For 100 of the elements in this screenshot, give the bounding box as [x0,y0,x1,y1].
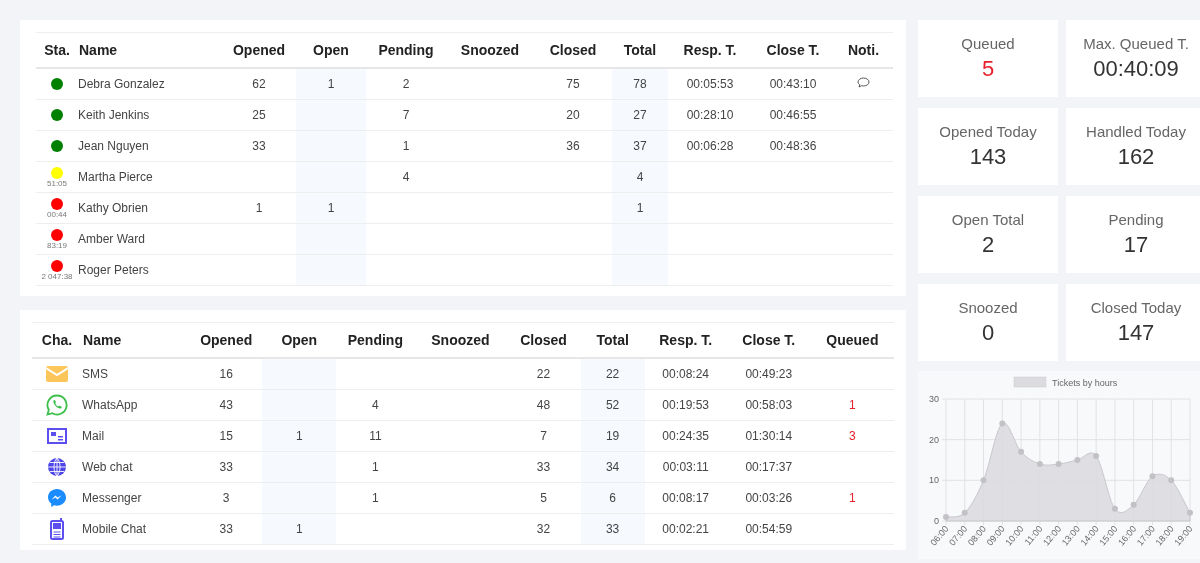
table-cell: 37 [633,139,647,153]
agent-name: Keith Jenkins [78,108,150,122]
table-cell: 75 [566,77,580,91]
table-cell: 20 [566,108,580,122]
data-point [999,420,1006,427]
phone-bubble-icon [46,394,68,416]
column-header: Pending [366,32,446,68]
table-cell: 01:30:14 [745,429,793,443]
data-point [1149,473,1156,480]
table-cell: 1 [295,522,303,536]
table-cell: 33 [252,139,266,153]
stat-value: 5 [981,56,995,82]
data-point [1055,461,1062,468]
column-header: Close T. [752,32,834,68]
status-timer: 2 047:38 [41,272,73,281]
status-timer: 51:05 [47,179,67,188]
table-cell: 2 [402,77,410,91]
mobile-phone-icon [50,518,64,540]
column-header: Resp. T. [668,32,752,68]
stat-label: Pending [1108,211,1164,228]
table-cell: 1 [295,429,303,443]
table-cell: 6 [609,491,616,505]
agent-name: Roger Peters [78,263,149,277]
table-cell: 33 [605,522,620,536]
table-cell: 4 [372,398,379,412]
table-cell: 19 [605,429,620,443]
table-cell: 22 [605,367,620,381]
channel-name: Web chat [82,460,133,474]
stat-label: Opened Today [939,123,1037,140]
table-cell: 52 [605,398,620,412]
stat-value: 2 [981,232,995,258]
column-header: Resp. T. [644,322,727,358]
data-point [1130,501,1137,508]
table-cell: 1 [372,491,379,505]
data-point [961,509,968,516]
data-point [1111,505,1118,512]
agent-name: Kathy Obrien [78,201,149,215]
table-cell: 48 [536,398,551,412]
table-cell: 00:19:53 [662,398,710,412]
column-header: Queued [810,322,894,358]
table-cell: 22 [536,367,551,381]
stat-value: 17 [1123,232,1149,258]
table-cell: 1 [636,201,644,215]
table-cell: 00:28:10 [686,108,734,122]
table-cell: 16 [219,367,233,381]
table-cell: 33 [536,460,551,474]
table-cell: 33 [219,522,233,536]
column-header: Noti. [834,32,893,68]
channel-name: Mobile Chat [82,522,147,536]
table-cell: 15 [219,429,233,443]
stat-label: Snoozed [958,299,1018,316]
envelope-icon [46,366,68,382]
y-tick-label: 20 [929,434,939,445]
table-cell: 00:03:26 [745,491,793,505]
table-cell: 1 [372,460,379,474]
table-cell: 00:49:23 [745,367,793,381]
data-point [1187,509,1193,516]
column-header: Name [82,322,191,358]
channel-name: Mail [82,429,105,443]
table-cell: 00:58:03 [745,398,793,412]
table-cell: 7 [540,429,547,443]
column-header: Snoozed [414,322,507,358]
channel-name: WhatsApp [82,398,138,412]
column-header: Closed [506,322,581,358]
table-cell: 00:08:24 [662,367,710,381]
table-cell: 3 [849,429,856,443]
stat-label: Closed Today [1090,299,1182,316]
data-point [980,477,987,484]
table-cell: 32 [536,522,551,536]
card-icon [47,428,67,444]
table-cell: 00:02:21 [662,522,710,536]
table-cell: 00:06:28 [686,139,734,153]
agent-name: Jean Nguyen [78,139,149,153]
column-header: Closed [534,32,612,68]
data-point [1074,457,1081,463]
legend-swatch [1013,376,1047,388]
column-header: Name [78,32,222,68]
status-timer: 00:44 [47,210,67,219]
table-cell: 78 [633,77,647,91]
channel-name: SMS [82,367,109,381]
table-cell: 11 [369,429,382,443]
column-header: Pending [336,322,415,358]
table-cell: 62 [252,77,266,91]
channel-name: Messenger [82,491,142,505]
table-cell: 4 [636,170,644,184]
stat-value: 00:40:09 [1093,56,1179,82]
globe-icon [47,457,67,477]
table-cell: 33 [219,460,233,474]
table-cell: 4 [402,170,410,184]
column-header: Cha. [32,322,83,358]
legend-label: Tickets by hours [1052,378,1118,388]
table-cell: 36 [566,139,580,153]
table-cell: 1 [849,491,856,505]
table-cell: 00:24:35 [662,429,710,443]
stat-label: Handled Today [1086,123,1186,140]
column-header: Snoozed [446,32,534,68]
agent-name: Martha Pierce [78,170,153,184]
table-cell: 5 [540,491,547,505]
table-cell: 00:08:17 [662,491,710,505]
stat-value: 147 [1117,320,1155,346]
